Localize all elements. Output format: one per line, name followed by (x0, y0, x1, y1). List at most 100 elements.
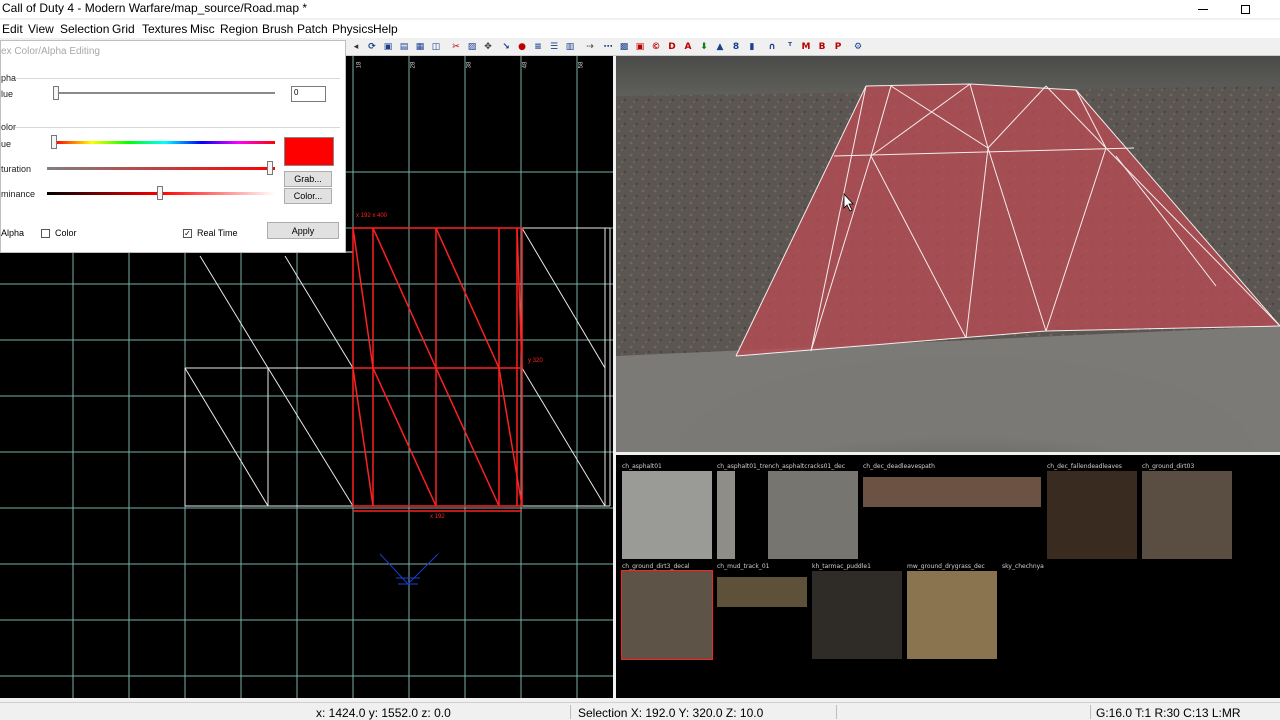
color-group-label: olor (1, 122, 17, 132)
texture-thumb-3[interactable] (863, 477, 1041, 507)
toolbar-path-icon[interactable]: ⇢ (584, 41, 596, 53)
tick-label-5: 58 (578, 61, 585, 69)
saturation-slider-track[interactable] (47, 167, 275, 170)
toolbar-down-icon[interactable]: ⬇ (698, 41, 710, 53)
minimize-icon (1198, 8, 1208, 10)
toolbar-record-icon[interactable]: ● (516, 41, 528, 53)
toolbar-a-icon[interactable]: A (682, 41, 694, 53)
toolbar-filter-icon[interactable]: ⋯ (602, 41, 614, 53)
toolbar: ◂ ⟳ ▣ ▤ ▦ ◫ ✂ ▨ ✥ ↘ ● ≡ ☰ ▥ ⇢ ⋯ ▩ ▣ © D … (346, 38, 1280, 56)
toolbar-split-icon[interactable]: ◫ (430, 41, 442, 53)
selection-side-label: y 320 (528, 358, 543, 364)
color-swatch (284, 137, 334, 166)
toolbar-m-icon[interactable]: M (800, 41, 812, 53)
scene-canvas (616, 56, 1280, 452)
maximize-button[interactable] (1222, 0, 1268, 18)
texture-thumb-7[interactable] (717, 577, 807, 607)
toolbar-c-icon[interactable]: © (650, 41, 662, 53)
toolbar-patch-icon[interactable]: ▩ (618, 41, 630, 53)
toolbar-view-icon[interactable]: ▤ (398, 41, 410, 53)
menu-selection[interactable]: Selection (60, 22, 109, 36)
hue-slider-track[interactable] (55, 141, 275, 144)
realtime-checkbox[interactable]: ✓ (183, 229, 192, 238)
texture-label-8: kh_tarmac_puddle1 (812, 563, 871, 570)
menu-textures[interactable]: Textures (142, 22, 187, 36)
toolbar-grid-icon[interactable]: ▦ (414, 41, 426, 53)
menu-region[interactable]: Region (220, 22, 258, 36)
maximize-icon (1240, 4, 1250, 14)
toolbar-clip-icon[interactable]: ✂ (450, 41, 462, 53)
value-slider-track[interactable] (55, 92, 275, 94)
menu-grid[interactable]: Grid (112, 22, 135, 36)
color-checkbox[interactable] (41, 229, 50, 238)
texture-thumb-2b[interactable] (768, 471, 858, 559)
toolbar-rotate-icon[interactable]: ⟳ (366, 41, 378, 53)
status-divider-2 (836, 705, 837, 719)
toolbar-cube-icon[interactable]: ▣ (634, 41, 646, 53)
texture-label-7: ch_mud_track_01 (717, 563, 770, 570)
texture-thumb-4[interactable] (1047, 471, 1137, 559)
texture-browser[interactable]: ch_asphalt01 ch_asphalt01_trench_asphalt… (616, 455, 1280, 698)
luminance-slider-thumb[interactable] (157, 186, 163, 200)
toolbar-t-icon[interactable]: ᵀ (784, 41, 796, 53)
toolbar-transform-icon[interactable]: ✥ (482, 41, 494, 53)
texture-label-3: ch_dec_deadleavespath (863, 463, 935, 470)
minimize-button[interactable] (1180, 0, 1226, 18)
toolbar-list-icon[interactable]: ▥ (564, 41, 576, 53)
menu-brush[interactable]: Brush (262, 22, 293, 36)
status-selection: Selection X: 192.0 Y: 320.0 Z: 10.0 (578, 706, 764, 720)
toolbar-box-icon[interactable]: ▣ (382, 41, 394, 53)
saturation-label: turation (1, 164, 32, 174)
color-checkbox-label: Color (55, 228, 77, 238)
status-coords: x: 1424.0 y: 1552.0 z: 0.0 (316, 706, 451, 720)
title-bar: Call of Duty 4 - Modern Warfare/map_sour… (0, 0, 1280, 18)
toolbar-d-icon[interactable]: D (666, 41, 678, 53)
status-grid: G:16.0 T:1 R:30 C:13 L:MR (1096, 706, 1241, 720)
toolbar-terrain-icon[interactable]: ▲ (714, 41, 726, 53)
texture-thumb-1[interactable] (622, 471, 712, 559)
dialog-title: ex Color/Alpha Editing (1, 46, 100, 57)
window-title: Call of Duty 4 - Modern Warfare/map_sour… (2, 1, 308, 15)
toolbar-p-icon[interactable]: P (832, 41, 844, 53)
luminance-label: minance (1, 189, 36, 199)
apply-button[interactable]: Apply (267, 222, 339, 239)
toolbar-b-icon[interactable]: 8 (730, 41, 742, 53)
tick-label-3: 38 (466, 61, 473, 69)
selected-brush[interactable] (352, 227, 523, 512)
tick-label-4: 48 (522, 61, 529, 69)
menu-physics[interactable]: Physics (332, 22, 373, 36)
toolbar-brush-icon[interactable]: ▨ (466, 41, 478, 53)
saturation-slider-thumb[interactable] (267, 161, 273, 175)
texture-label-2: ch_asphalt01_trench_asphaltcracks01_dec (717, 463, 846, 470)
grab-button[interactable]: Grab... (284, 171, 332, 187)
color-picker-button[interactable]: Color... (284, 188, 332, 204)
camera-viewport-3d[interactable] (616, 56, 1280, 452)
texture-thumb-6-selected[interactable] (621, 570, 713, 660)
texture-thumb-5[interactable] (1142, 471, 1232, 559)
toolbar-sort-icon[interactable]: ☰ (548, 41, 560, 53)
texture-label-9: mw_ground_drygrass_dec (907, 563, 985, 570)
texture-label-4: ch_dec_fallendeadleaves (1047, 463, 1122, 470)
brush-wireframe[interactable] (184, 227, 611, 507)
toolbar-align-icon[interactable]: ≡ (532, 41, 544, 53)
texture-thumb-9[interactable] (907, 571, 997, 659)
value-input[interactable]: 0 (291, 86, 326, 102)
menu-help[interactable]: Help (373, 22, 398, 36)
toolbar-b2-icon[interactable]: B (816, 41, 828, 53)
value-slider-thumb[interactable] (53, 86, 59, 100)
menu-patch[interactable]: Patch (297, 22, 328, 36)
alpha-radio-label[interactable]: Alpha (1, 228, 24, 238)
status-divider-3 (1090, 705, 1091, 719)
toolbar-arrow-icon[interactable]: ◂ (350, 41, 362, 53)
texture-thumb-2a[interactable] (717, 471, 735, 559)
menu-edit[interactable]: Edit (2, 22, 23, 36)
menu-view[interactable]: View (28, 22, 54, 36)
hue-slider-thumb[interactable] (51, 135, 57, 149)
texture-label-1: ch_asphalt01 (622, 463, 662, 470)
toolbar-bar-icon[interactable]: ▮ (746, 41, 758, 53)
toolbar-curve-icon[interactable]: ∩ (766, 41, 778, 53)
toolbar-tool-icon[interactable]: ⚙ (852, 41, 864, 53)
menu-misc[interactable]: Misc (190, 22, 215, 36)
texture-thumb-8[interactable] (812, 571, 902, 659)
toolbar-pen-icon[interactable]: ↘ (500, 41, 512, 53)
